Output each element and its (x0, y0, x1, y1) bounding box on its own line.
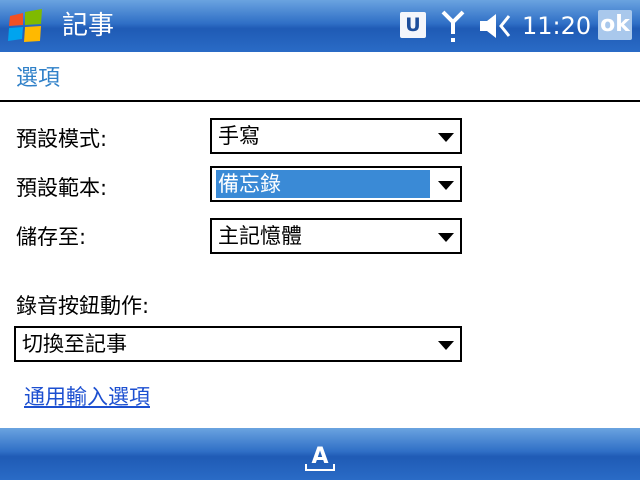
save-to-dropdown[interactable]: 主記憶體 (210, 218, 462, 254)
default-mode-label: 預設模式: (16, 127, 108, 151)
dropdown-arrow-icon (438, 181, 454, 190)
menu-bar: A (0, 428, 640, 480)
default-mode-dropdown[interactable]: 手寫 (210, 118, 462, 154)
input-options-link[interactable]: 通用輸入選項 (24, 382, 150, 412)
header-divider (0, 100, 640, 102)
default-template-dropdown[interactable]: 備忘錄 (210, 166, 462, 202)
keyboard-input-icon[interactable]: A (300, 434, 340, 474)
speaker-muted-icon[interactable] (478, 12, 518, 40)
clock[interactable]: 11:20 (522, 11, 591, 41)
record-button-action-value: 切換至記事 (22, 332, 127, 356)
windows-start-icon[interactable] (6, 8, 46, 44)
default-template-value: 備忘錄 (216, 170, 430, 198)
title-bar: 記事 U 11:20 ok (0, 0, 640, 52)
page-title: 選項 (16, 66, 61, 91)
dropdown-arrow-icon (438, 341, 454, 350)
save-to-label: 儲存至: (16, 225, 87, 249)
dropdown-arrow-icon (438, 133, 454, 142)
u-badge[interactable]: U (400, 12, 426, 38)
sip-label: A (311, 444, 328, 469)
default-template-label: 預設範本: (16, 176, 108, 200)
signal-antenna-icon[interactable] (440, 8, 466, 44)
record-button-action-dropdown[interactable]: 切換至記事 (14, 326, 462, 362)
record-button-action-label: 錄音按鈕動作: (16, 294, 150, 318)
default-mode-value: 手寫 (218, 124, 260, 148)
dropdown-arrow-icon (438, 233, 454, 242)
save-to-value: 主記憶體 (218, 224, 302, 248)
app-title: 記事 (62, 11, 115, 41)
ok-button[interactable]: ok (598, 10, 632, 40)
